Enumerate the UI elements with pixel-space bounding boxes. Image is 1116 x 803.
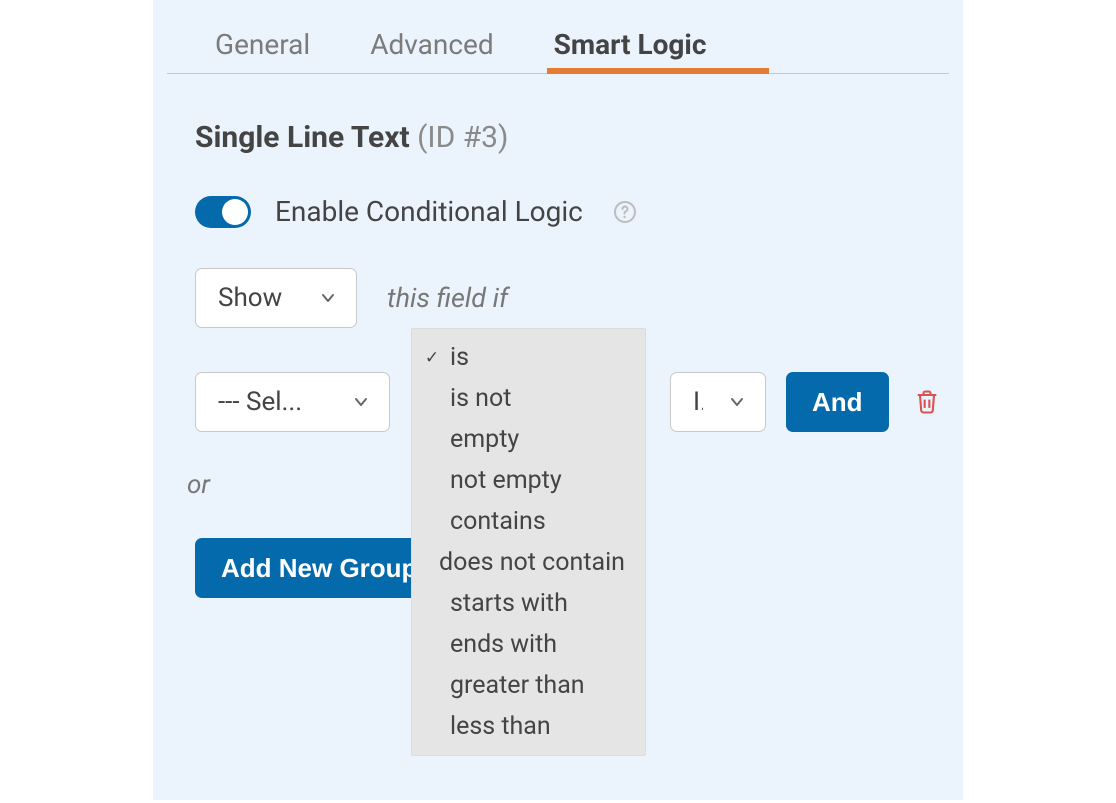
chevron-down-icon	[351, 392, 371, 412]
operator-option-label: not empty	[450, 466, 562, 495]
tab-smart-logic[interactable]: Smart Logic	[554, 28, 707, 73]
field-id: (ID #3)	[417, 120, 508, 155]
rule-value-value: I...	[693, 387, 703, 417]
field-heading: Single Line Text (ID #3)	[153, 74, 963, 155]
tab-advanced[interactable]: Advanced	[370, 28, 493, 73]
action-select[interactable]: Show	[195, 268, 357, 328]
operator-option[interactable]: less than	[412, 706, 645, 747]
and-button[interactable]: And	[786, 372, 889, 432]
add-new-group-button[interactable]: Add New Group	[195, 538, 443, 598]
toggle-knob	[222, 199, 248, 225]
tab-active-indicator	[547, 68, 769, 74]
rule-field-select[interactable]: --- Sel...	[195, 372, 390, 432]
operator-dropdown[interactable]: ✓ is is not empty not empty contains does…	[411, 328, 646, 756]
tab-general[interactable]: General	[215, 28, 310, 73]
action-row: Show this field if	[153, 228, 963, 328]
operator-option[interactable]: ✓ is	[412, 337, 645, 378]
chevron-down-icon	[318, 288, 338, 308]
delete-rule-button[interactable]	[913, 388, 941, 416]
operator-option-label: does not contain	[439, 548, 625, 577]
rule-row: --- Sel... I... And ✓is is not empty not…	[153, 328, 963, 432]
rule-field-value: --- Sel...	[218, 387, 302, 417]
operator-option[interactable]: is not	[412, 378, 645, 419]
check-icon: ✓	[424, 348, 440, 368]
operator-option[interactable]: greater than	[412, 665, 645, 706]
action-select-value: Show	[218, 283, 282, 313]
operator-option-label: less than	[450, 712, 551, 741]
operator-option[interactable]: contains	[412, 501, 645, 542]
enable-logic-row: Enable Conditional Logic	[153, 155, 963, 228]
chevron-down-icon	[727, 392, 747, 412]
operator-option-label: starts with	[450, 589, 568, 618]
operator-option[interactable]: empty	[412, 419, 645, 460]
enable-logic-label: Enable Conditional Logic	[275, 195, 583, 228]
operator-option-label: ends with	[450, 630, 557, 659]
operator-option-label: empty	[450, 425, 519, 454]
operator-option[interactable]: not empty	[412, 460, 645, 501]
operator-option[interactable]: starts with	[412, 583, 645, 624]
operator-option-label: contains	[450, 507, 546, 536]
operator-option-label: greater than	[450, 671, 585, 700]
operator-option-label: is not	[450, 384, 511, 413]
tabs: General Advanced Smart Logic	[153, 28, 963, 73]
operator-option-label: is	[450, 343, 469, 372]
smart-logic-panel: General Advanced Smart Logic Single Line…	[153, 0, 963, 800]
hint-text: this field if	[387, 282, 508, 314]
operator-option[interactable]: ends with	[412, 624, 645, 665]
enable-logic-toggle[interactable]	[195, 196, 251, 228]
field-name: Single Line Text	[195, 120, 410, 155]
operator-option[interactable]: does not contain	[412, 542, 645, 583]
help-icon[interactable]	[613, 200, 637, 224]
tab-underline	[167, 73, 949, 74]
rule-value-select[interactable]: I...	[670, 372, 766, 432]
